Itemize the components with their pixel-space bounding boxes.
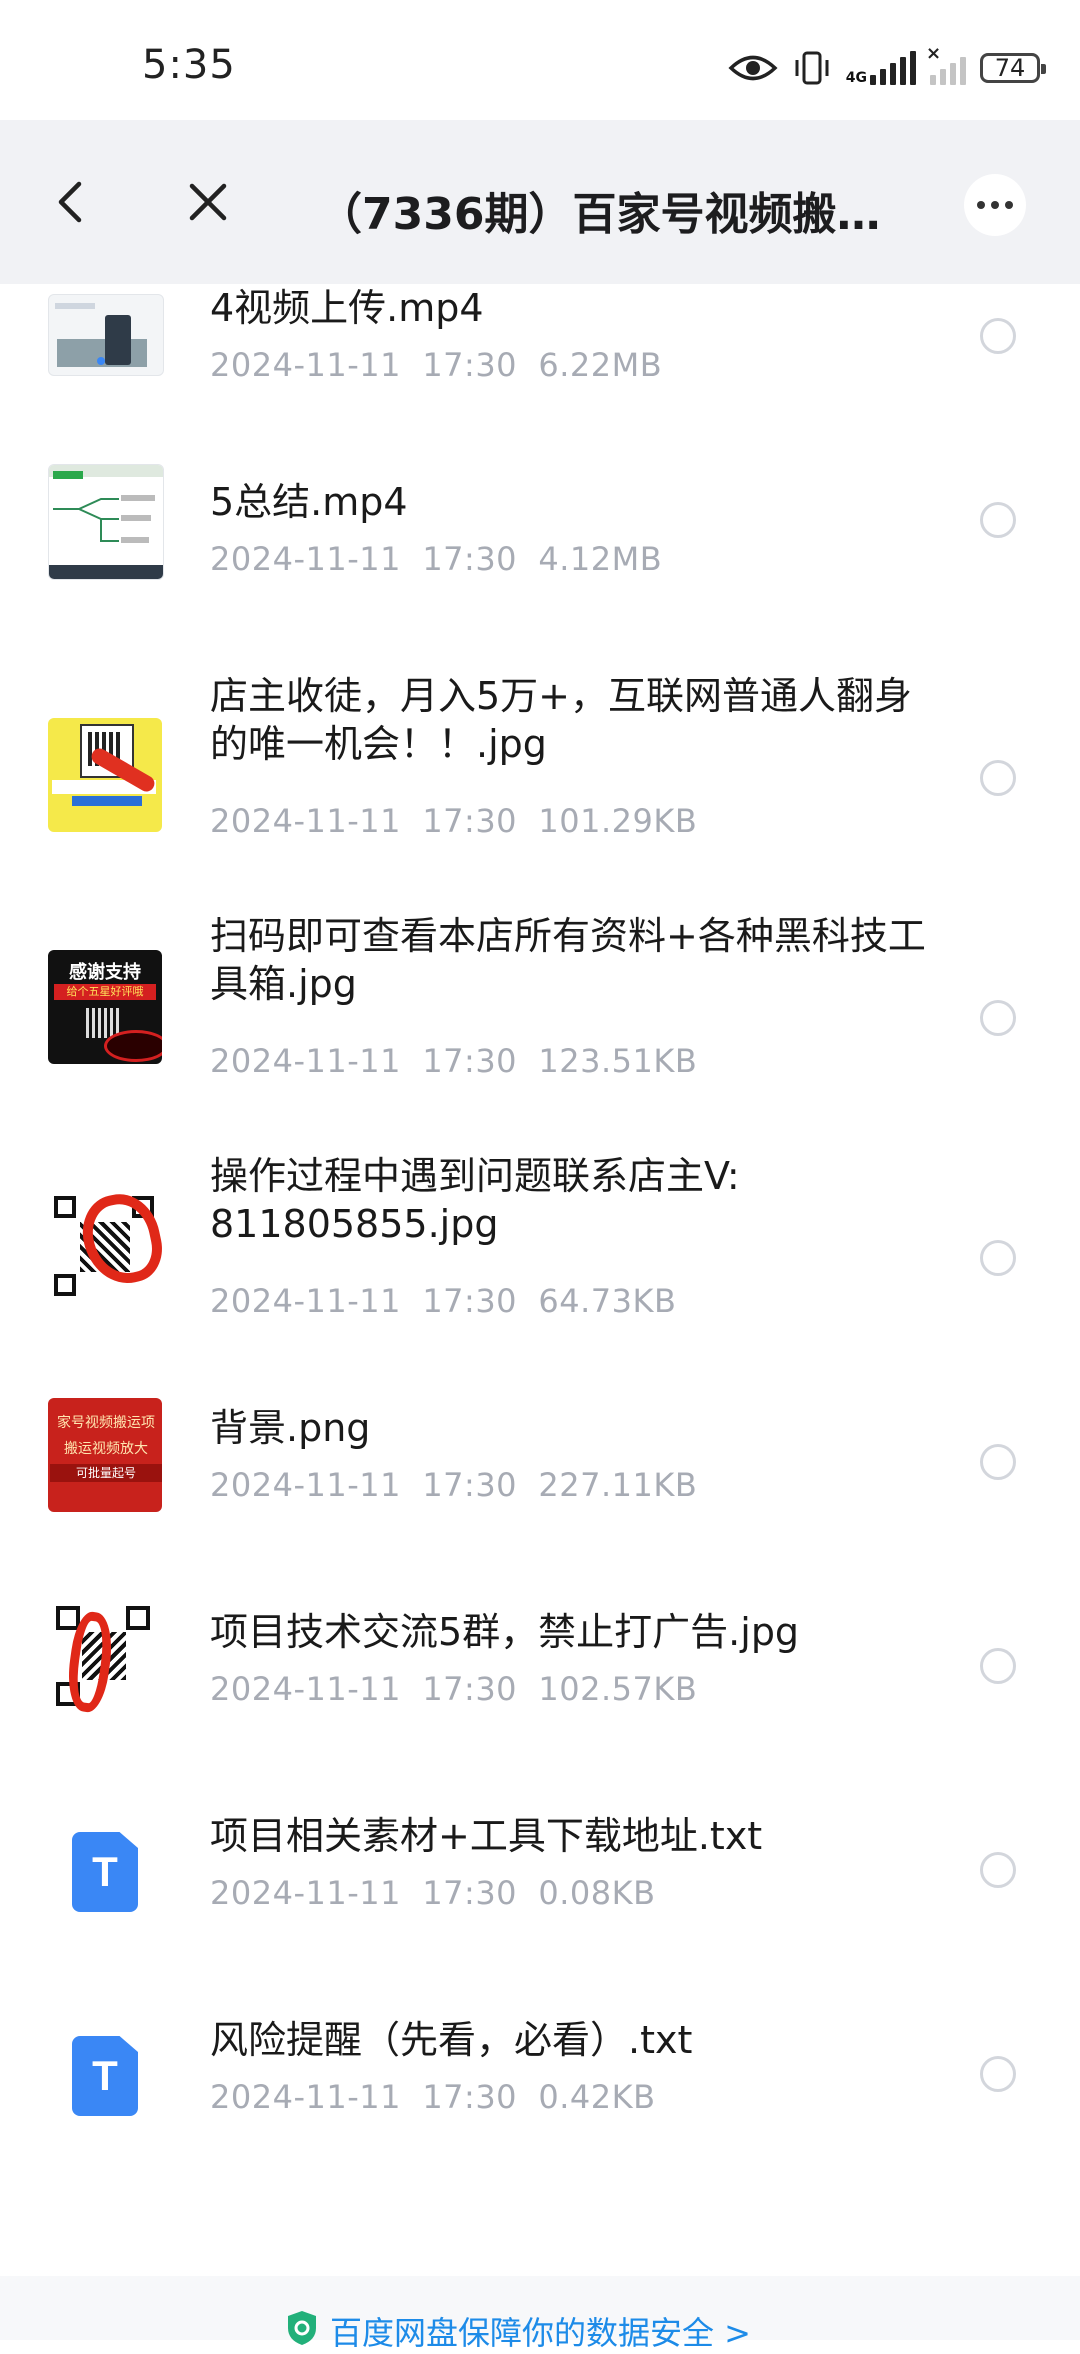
list-item[interactable]: 项目技术交流5群，禁止打广告.jpg 2024-11-11 17:30 102.… [0,1572,1080,1776]
chevron-left-icon [58,181,82,223]
eye-icon [728,55,778,81]
select-radio[interactable] [980,318,1016,354]
top-nav-bar: （7336期）百家号视频搬运... [0,120,1080,284]
page-title: （7336期）百家号视频搬运... [318,189,908,240]
no-signal-x-icon: × [926,43,942,64]
file-name: 操作过程中遇到问题联系店主V: 811805855.jpg [210,1154,740,1246]
select-radio[interactable] [980,1444,1016,1480]
file-name: 风险提醒（先看，必看）.txt [210,2018,693,2062]
list-item[interactable]: 4视频上传.mp4 2024-11-11 17:30 6.22MB [0,284,1080,444]
file-meta: 2024-11-11 17:30 0.42KB [210,2078,656,2116]
security-banner-text: 百度网盘保障你的数据安全 > [330,2314,751,2352]
image-thumbnail [48,718,162,832]
file-name: 4视频上传.mp4 [210,286,484,330]
close-button[interactable] [170,164,246,240]
file-meta: 2024-11-11 17:30 0.08KB [210,1874,656,1912]
select-radio[interactable] [980,502,1016,538]
file-name: 项目相关素材+工具下载地址.txt [210,1814,763,1858]
shield-icon [288,2311,316,2345]
status-icons: 4G × 74 [728,43,1046,90]
list-item[interactable]: T 风险提醒（先看，必看）.txt 2024-11-11 17:30 0.42K… [0,1980,1080,2184]
file-name: 5总结.mp4 [210,480,408,524]
txt-file-icon: T [72,1832,138,1912]
image-thumbnail: 家号视频搬运项 搬运视频放大 可批量起号 [48,1398,162,1512]
file-meta: 2024-11-11 17:30 4.12MB [210,540,663,578]
txt-file-icon: T [72,2036,138,2116]
list-item[interactable]: T 项目相关素材+工具下载地址.txt 2024-11-11 17:30 0.0… [0,1776,1080,1980]
video-thumbnail [48,464,164,580]
file-meta: 2024-11-11 17:30 64.73KB [210,1282,677,1320]
file-meta: 2024-11-11 17:30 102.57KB [210,1670,698,1708]
more-dots-icon [977,201,985,209]
more-options-button[interactable] [964,174,1026,236]
file-meta: 2024-11-11 17:30 123.51KB [210,1042,698,1080]
back-button[interactable] [32,164,108,240]
security-banner[interactable]: 百度网盘保障你的数据安全 > [0,2276,1080,2352]
file-name: 店主收徒，月入5万+，互联网普通人翻身的唯一机会！！.jpg [210,674,913,766]
file-meta: 2024-11-11 17:30 101.29KB [210,802,698,840]
select-radio[interactable] [980,2056,1016,2092]
qr-thumbnail [48,1190,162,1304]
list-item[interactable]: 操作过程中遇到问题联系店主V: 811805855.jpg 2024-11-11… [0,1128,1080,1368]
video-thumbnail [48,294,164,376]
status-time: 5:35 [142,42,236,88]
image-thumbnail: 感谢支持 给个五星好评哦 [48,950,162,1064]
file-name: 扫码即可查看本店所有资料+各种黑科技工具箱.jpg [210,914,926,1006]
file-meta: 2024-11-11 17:30 227.11KB [210,1466,698,1504]
signal-strength-icon [870,51,916,85]
select-radio[interactable] [980,1648,1016,1684]
status-bar: 5:35 4G × 74 [0,0,1080,120]
vibrate-icon [795,51,829,85]
battery-icon: 74 [980,53,1046,83]
list-item[interactable]: 5总结.mp4 2024-11-11 17:30 4.12MB [0,444,1080,648]
select-radio[interactable] [980,1240,1016,1276]
select-radio[interactable] [980,1852,1016,1888]
file-name: 项目技术交流5群，禁止打广告.jpg [210,1610,800,1654]
network-type: 4G [845,70,867,86]
close-icon [189,183,227,221]
battery-level: 74 [994,54,1026,82]
list-item[interactable]: 感谢支持 给个五星好评哦 扫码即可查看本店所有资料+各种黑科技工具箱.jpg 2… [0,888,1080,1128]
list-item[interactable]: 家号视频搬运项 搬运视频放大 可批量起号 背景.png 2024-11-11 1… [0,1368,1080,1572]
file-meta: 2024-11-11 17:30 6.22MB [210,346,663,384]
list-item[interactable]: 店主收徒，月入5万+，互联网普通人翻身的唯一机会！！.jpg 2024-11-1… [0,648,1080,888]
file-name: 背景.png [210,1406,371,1450]
select-radio[interactable] [980,1000,1016,1036]
select-radio[interactable] [980,760,1016,796]
qr-thumbnail [48,1602,162,1716]
